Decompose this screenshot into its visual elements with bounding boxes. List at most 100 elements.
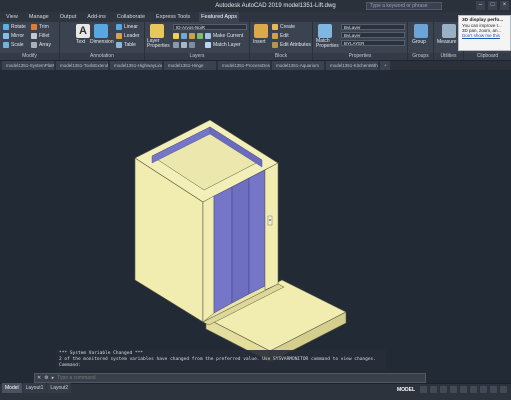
app-title: Autodesk AutoCAD 2019 model1351-Lift.dwg [215,3,336,9]
tab-express-tools[interactable]: Express Tools [154,12,192,22]
doc-tab[interactable]: model1351-Aquarium [272,61,324,70]
create-block-button[interactable]: Create [272,24,295,30]
linear-button[interactable]: Linear [116,24,138,30]
tab-add-ins[interactable]: Add-ins [85,12,108,22]
edit-block-icon [272,33,278,39]
layer-off-icon[interactable] [181,42,187,48]
dimension-button-label[interactable]: Dimension [90,39,114,45]
measure-label[interactable]: Measure [437,39,456,45]
model-space-indicator[interactable]: MODEL [397,387,415,393]
layer-properties-icon[interactable] [150,24,164,38]
measure-icon[interactable] [442,24,456,38]
close-icon[interactable]: × [500,1,509,10]
tab-view[interactable]: View [4,12,20,22]
rotate-button[interactable]: Rotate [3,24,26,30]
annotation-scale-icon[interactable] [480,386,487,393]
fillet-button[interactable]: Fillet [31,33,50,39]
lineweight-icon[interactable] [470,386,477,393]
lock-icon[interactable] [189,33,195,39]
model-tab[interactable]: Model [2,383,22,393]
layer-properties-label[interactable]: Layer Properties [147,39,170,49]
match-properties-label[interactable]: Match Properties [316,39,339,49]
polar-icon[interactable] [450,386,457,393]
insert-label[interactable]: Insert [253,39,266,45]
edit-block-button[interactable]: Edit [272,33,289,39]
drawing-viewport[interactable] [0,70,511,383]
clipboard-group-title[interactable]: Clipboard [464,53,511,60]
layer-isolate-icon[interactable] [173,42,179,48]
modify-group-title[interactable]: Modify [0,53,59,60]
osnap-icon[interactable] [460,386,467,393]
door-frame-right [264,162,279,291]
mirror-label: Mirror [11,33,25,39]
sun-icon[interactable] [181,33,187,39]
annotation-group-title[interactable]: Annotation [60,53,144,60]
title-bar: Autodesk AutoCAD 2019 model1351-Lift.dwg… [0,0,511,12]
lineweight-dropdown[interactable]: BYLAYER [341,40,405,46]
layers-group-title[interactable]: Layers [145,53,249,60]
properties-group-title[interactable]: Properties [313,53,407,60]
tab-manage[interactable]: Manage [27,12,51,22]
insert-icon[interactable] [254,24,268,38]
layer-tools-row [173,42,195,48]
text-icon[interactable]: A [76,24,90,38]
edit-attributes-label: Edit Attributes [280,42,311,48]
minimize-icon[interactable]: – [476,1,485,10]
block-group: Insert Create Edit Edit Attributes Block [250,22,313,60]
match-properties-icon[interactable] [318,24,332,38]
color-dropdown[interactable]: ByLayer [341,24,405,30]
scale-button[interactable]: Scale [3,42,24,48]
display-performance-tooltip: 3D display perfo... You can improve t...… [458,15,511,51]
dont-show-link[interactable]: Don't show me this [462,33,508,38]
linetype-dropdown[interactable]: ByLayer [341,32,405,38]
call-button-icon [269,219,271,221]
tab-output[interactable]: Output [58,12,79,22]
grid-icon[interactable] [420,386,427,393]
trim-button[interactable]: Trim [31,24,49,30]
layer-state-icon[interactable] [197,33,203,39]
snap-icon[interactable] [430,386,437,393]
rotate-icon [3,24,9,30]
keyword-search-input[interactable]: Type a keyword or phrase [366,2,442,10]
customize-icon[interactable]: ⚙ [44,375,48,381]
doc-tab[interactable]: model1351-ToolsExtendedSurfaces [56,61,108,70]
workspace-gear-icon[interactable] [490,386,497,393]
layer-dropdown[interactable]: ID-Arvos-NgiR [173,24,247,30]
doc-tab[interactable]: model1351-ProcessDesign [218,61,270,70]
maximize-icon[interactable]: □ [488,1,497,10]
ortho-icon[interactable] [440,386,447,393]
window-controls: – □ × [476,1,509,10]
mirror-button[interactable]: Mirror [3,33,24,39]
make-current-button[interactable]: Make Current [205,33,243,39]
close-commandline-icon[interactable]: ✕ [37,375,41,381]
table-button[interactable]: Table [116,42,136,48]
door-frame-left [202,195,215,323]
doc-tab[interactable]: model1351-HighwayLineWindsMarine [110,61,162,70]
tab-featured-apps[interactable]: Featured Apps [199,12,239,22]
layout2-tab[interactable]: Layout2 [47,383,72,393]
annotation-group: A Text Dimension Linear Leader Table Ann… [60,22,145,60]
leader-button[interactable]: Leader [116,33,140,39]
customization-menu-icon[interactable] [500,386,507,393]
command-input[interactable] [57,375,425,381]
doc-tab[interactable]: model1351-Hinge [164,61,216,70]
utilities-group-title[interactable]: Utilities [434,53,463,60]
door-panel-2 [231,177,250,304]
array-button[interactable]: Array [31,42,51,48]
group-label[interactable]: Group [412,39,426,45]
groups-group-title[interactable]: Groups [408,53,433,60]
bulb-icon[interactable] [173,33,179,39]
text-button-label[interactable]: Text [76,39,85,45]
match-layer-button[interactable]: Match Layer [205,42,241,48]
tab-collaborate[interactable]: Collaborate [115,12,147,22]
layout1-tab[interactable]: Layout1 [22,383,47,393]
group-icon[interactable] [414,24,428,38]
dimension-icon[interactable] [94,24,108,38]
new-tab-button[interactable]: + [380,61,390,70]
edit-attributes-button[interactable]: Edit Attributes [272,42,311,48]
block-group-title[interactable]: Block [250,53,312,60]
doc-tab[interactable]: model1351-KitchenWithCab [326,61,378,70]
groups-group: Group Groups [408,22,434,60]
layer-freeze-icon[interactable] [189,42,195,48]
doc-tab[interactable]: model1351-SystemPlatMain [2,61,54,70]
